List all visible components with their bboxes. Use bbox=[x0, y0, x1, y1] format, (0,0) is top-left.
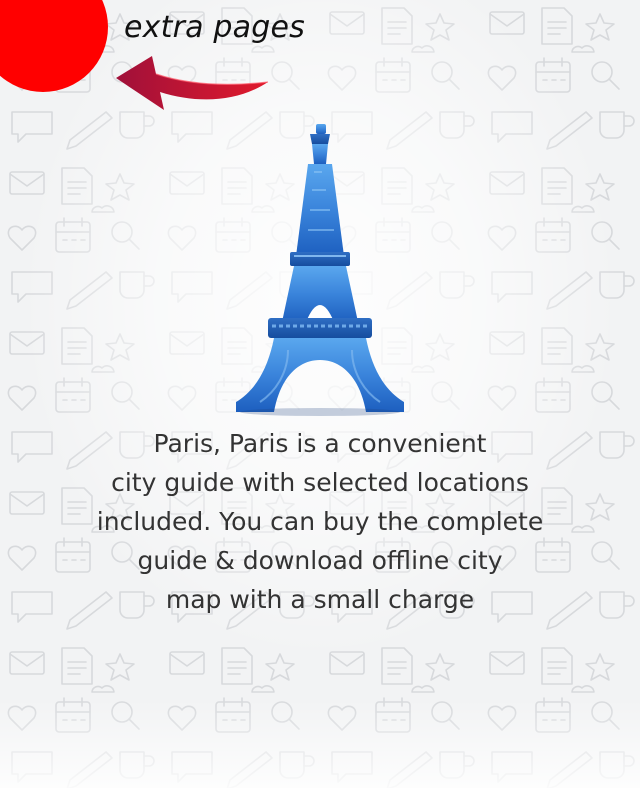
description-line: map with a small charge bbox=[165, 585, 475, 614]
description-line: guide & download offline city bbox=[137, 546, 503, 575]
extra-pages-label: extra pages bbox=[124, 10, 305, 45]
description-line: included. You can buy the complete bbox=[96, 507, 544, 536]
app-description: Paris, Paris is a convenient city guide … bbox=[60, 424, 580, 619]
eiffel-tower-icon bbox=[236, 124, 404, 416]
description-line: Paris, Paris is a convenient bbox=[153, 429, 487, 458]
description-line: city guide with selected locations bbox=[111, 468, 529, 497]
